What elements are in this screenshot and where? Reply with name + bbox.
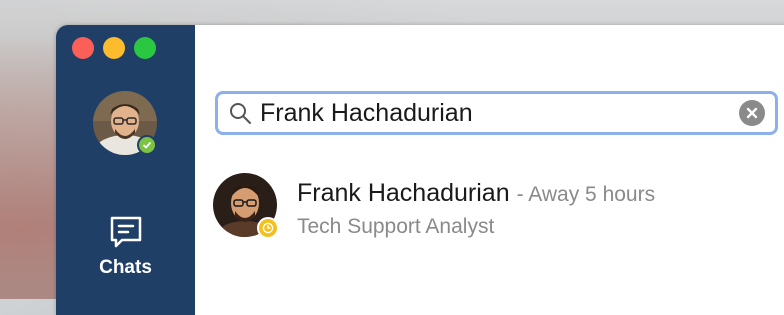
contact-name-line: Frank Hachadurian - Away 5 hours [297, 179, 655, 208]
away-status-icon [257, 217, 279, 239]
zoom-window-button[interactable] [134, 37, 156, 59]
clear-icon [746, 107, 758, 119]
minimize-window-button[interactable] [103, 37, 125, 59]
search-input[interactable] [260, 98, 739, 128]
available-status-icon [137, 135, 157, 155]
contact-presence: - Away 5 hours [516, 183, 656, 206]
search-result-item[interactable]: Frank Hachadurian - Away 5 hours Tech Su… [213, 173, 784, 243]
close-window-button[interactable] [72, 37, 94, 59]
search-bar [215, 91, 778, 135]
chat-bubble-icon [110, 216, 141, 248]
main-panel: Frank Hachadurian - Away 5 hours Tech Su… [195, 25, 784, 315]
clear-search-button[interactable] [739, 100, 765, 126]
contact-title: Tech Support Analyst [297, 215, 495, 238]
app-window: Chats Frank Hachadurian Frank Hachaduria… [56, 25, 784, 315]
sidebar: Chats [56, 25, 195, 315]
sidebar-item-label: Chats [99, 257, 152, 278]
clock-icon [262, 222, 274, 234]
window-controls [72, 37, 156, 59]
sidebar-item-chats[interactable]: Chats [56, 205, 195, 295]
search-icon [230, 103, 251, 124]
contact-name: Frank Hachadurian [297, 179, 510, 207]
